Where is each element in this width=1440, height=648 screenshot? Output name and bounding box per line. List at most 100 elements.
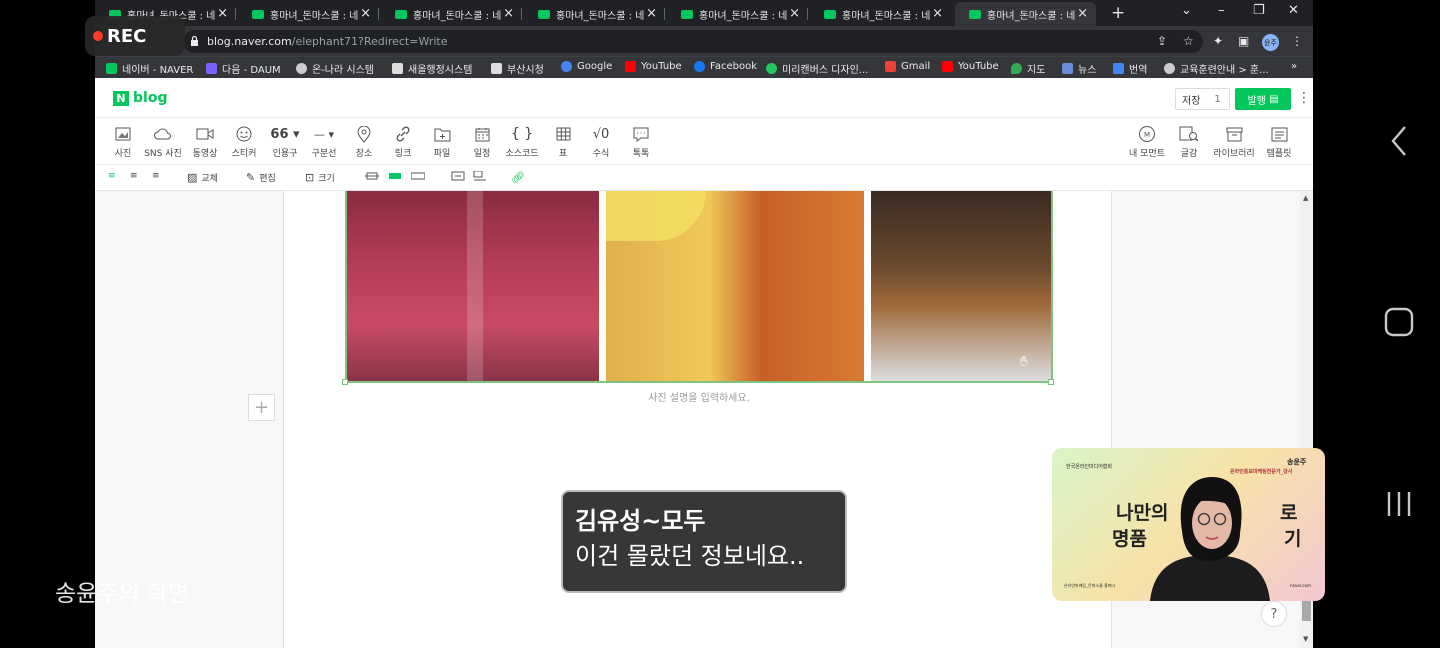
image-link-icon[interactable]: 🔗︎ (511, 171, 525, 184)
bookmark-naver[interactable]: 네이버 - NAVER (106, 61, 193, 76)
close-tab-icon[interactable]: × (360, 6, 371, 21)
new-tab-icon[interactable]: + (1111, 3, 1125, 23)
bookmark-star-icon[interactable]: ☆ (1183, 34, 1194, 48)
translate-icon (1113, 63, 1124, 74)
tool-location[interactable]: 장소 (342, 124, 386, 159)
home-square-icon[interactable] (1384, 306, 1414, 338)
close-tab-icon[interactable]: × (1077, 6, 1088, 21)
naver-logo-icon[interactable]: N (113, 91, 129, 106)
minimize-icon[interactable]: – (1218, 3, 1225, 18)
browser-tab[interactable]: 홍마녀_돈마스쿨 : 네× (381, 2, 522, 26)
browser-tab[interactable]: 홍마녀_돈마스쿨 : 네× (667, 2, 808, 26)
tool-template[interactable]: 템플릿 (1257, 124, 1301, 159)
profile-avatar[interactable]: 윤주 (1262, 34, 1279, 51)
bookmark-busan[interactable]: 부산시청 (491, 61, 544, 76)
save-button[interactable]: 저장 1 (1175, 88, 1230, 110)
back-chevron-icon[interactable] (1390, 124, 1408, 158)
tool-photo[interactable]: 사진 (101, 124, 145, 159)
naver-blog-favicon-icon (395, 9, 407, 19)
edit-button[interactable]: ✎ 편집 (246, 171, 276, 184)
bookmark-onnara[interactable]: 온-나라 시스템 (296, 61, 374, 76)
bookmark-daum[interactable]: 다음 - DAUM (206, 61, 281, 76)
extensions-puzzle-icon[interactable]: ✦ (1213, 34, 1223, 48)
scrollbar-thumb[interactable] (1302, 599, 1311, 621)
bookmark-translate[interactable]: 번역 (1113, 61, 1147, 76)
align-right-icon[interactable]: ≡ (152, 171, 160, 181)
bookmark-youtube[interactable]: YouTube (625, 61, 682, 72)
scroll-up-icon[interactable]: ▲ (1303, 194, 1308, 202)
photo-dried-fruit-jar[interactable] (871, 191, 1051, 381)
tool-sticker[interactable]: 스티커 (222, 124, 266, 159)
replace-button[interactable]: ▨ 교체 (187, 171, 218, 184)
photo-caption-input[interactable]: 사진 설명을 입력하세요. (345, 389, 1053, 404)
browser-tab[interactable]: 홍마녀_돈마스쿨 : 네× (810, 2, 951, 26)
tool-divider[interactable]: — ▾ 구분선 (302, 124, 346, 160)
tool-file[interactable]: 파일 (420, 124, 464, 159)
layout-small-icon[interactable] (365, 171, 379, 181)
bookmark-training[interactable]: 교육훈련안내 > 훈... (1164, 61, 1269, 76)
magic-wand-icon: ✎ (246, 171, 256, 184)
align-center-icon[interactable]: ≡ (130, 171, 138, 181)
help-button[interactable]: ? (1261, 601, 1287, 627)
more-options-icon[interactable]: ⋮ (1297, 90, 1311, 106)
bookmark-saeol[interactable]: 새올행정시스템 (392, 61, 472, 76)
close-tab-icon[interactable]: × (932, 6, 943, 21)
share-icon[interactable]: ⇪ (1157, 34, 1167, 48)
photo-orange-drink[interactable] (606, 191, 864, 381)
close-window-icon[interactable]: ✕ (1288, 3, 1299, 18)
tool-source-code[interactable]: { } 소스코드 (500, 124, 544, 159)
close-tab-icon[interactable]: × (503, 6, 514, 21)
recent-apps-icon[interactable] (1384, 488, 1414, 520)
tool-library[interactable]: 라이브러리 (1212, 124, 1256, 159)
bookmark-miricanvas[interactable]: 미리캔버스 디자인... (766, 61, 868, 76)
blog-logo-text[interactable]: blog (133, 90, 167, 106)
publish-button[interactable]: 발행 ▤ (1235, 88, 1291, 110)
close-tab-icon[interactable]: × (217, 6, 228, 21)
add-component-button[interactable]: + (248, 394, 275, 421)
bookmark-news[interactable]: 뉴스 (1062, 61, 1096, 76)
scroll-down-icon[interactable]: ▼ (1303, 635, 1308, 643)
bookmark-facebook[interactable]: Facebook (694, 61, 757, 72)
url-text[interactable]: blog.naver.com/elephant71?Redirect=Write (207, 35, 448, 48)
layout-caption-icon[interactable] (473, 171, 487, 181)
tool-quote[interactable]: 66 ▾ 인용구 (263, 124, 307, 160)
tool-link[interactable]: 링크 (381, 124, 425, 159)
align-left-icon[interactable]: ≡ (108, 171, 116, 181)
side-panel-icon[interactable]: ▣ (1238, 34, 1249, 48)
presenter-figure (1150, 477, 1270, 601)
restore-icon[interactable]: ❐ (1253, 3, 1265, 18)
globe-icon (1164, 63, 1175, 74)
close-tab-icon[interactable]: × (789, 6, 800, 21)
browser-tab-active[interactable]: 홍마녀_돈마스쿨 : 네 × (955, 2, 1096, 26)
tab-search-chevron-icon[interactable]: ⌄ (1181, 3, 1192, 18)
photo-collage[interactable] (345, 191, 1053, 383)
browser-tab[interactable]: 홍마녀_돈마스쿨 : 네× (238, 2, 379, 26)
presenter-video[interactable]: 한국온라인미디어협회 송윤주 온라인홍보마케팅전문가_강사 나만의 로 명품 기… (1052, 448, 1325, 601)
chrome-menu-icon[interactable]: ⋮ (1291, 34, 1303, 48)
size-button[interactable]: ⊡ 크기 (305, 171, 335, 184)
layout-full-icon[interactable] (411, 171, 425, 181)
browser-tab[interactable]: 홍마녀_돈마스쿨 : 네× (524, 2, 665, 26)
bookmark-google[interactable]: Google (561, 61, 612, 72)
close-tab-icon[interactable]: × (646, 6, 657, 21)
resize-handle-bottom-left[interactable] (342, 379, 348, 385)
lock-icon[interactable] (190, 36, 199, 46)
tool-talk[interactable]: 톡톡 (619, 124, 663, 159)
save-count[interactable]: 1 (1214, 94, 1220, 105)
bookmark-youtube-2[interactable]: YouTube (942, 61, 999, 72)
tool-my-moment[interactable]: M내 모먼트 (1125, 124, 1169, 159)
tool-video[interactable]: 동영상 (183, 124, 227, 159)
link-icon (381, 124, 425, 144)
tool-sns-photo[interactable]: SNS 사진 (141, 124, 185, 159)
layout-medium-icon[interactable] (388, 171, 402, 181)
tool-material[interactable]: 글감 (1167, 124, 1211, 159)
bookmark-maps[interactable]: 지도 (1011, 61, 1045, 76)
drag-hand-icon[interactable]: ✋︎ (1020, 354, 1040, 374)
tool-formula[interactable]: √0 수식 (579, 124, 623, 160)
tool-calendar[interactable]: 일정 (460, 124, 504, 159)
layout-text-wrap-icon[interactable] (451, 171, 465, 181)
bookmark-gmail[interactable]: Gmail (885, 61, 930, 72)
more-bookmarks-icon[interactable]: » (1291, 61, 1297, 72)
resize-handle-bottom-right[interactable] (1048, 379, 1054, 385)
photo-red-drink[interactable] (347, 191, 599, 381)
